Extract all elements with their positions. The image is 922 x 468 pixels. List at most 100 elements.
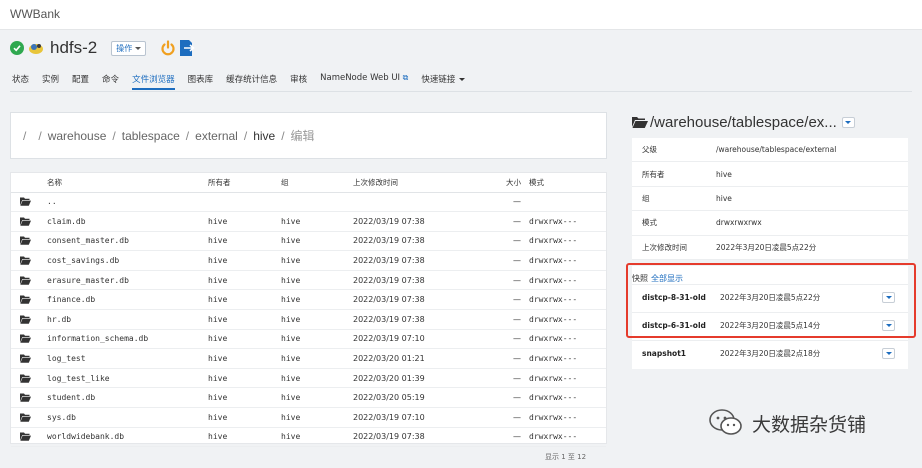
- snapshot-actions-dropdown[interactable]: [882, 347, 895, 359]
- cell-mode: drwxrwx---: [529, 368, 606, 389]
- tab-9[interactable]: 快速链接: [421, 70, 466, 90]
- tab-0[interactable]: 状态: [12, 70, 29, 90]
- cell-modified: 2022/03/19 07:38: [353, 231, 483, 252]
- cell-modified: 2022/03/20 05:19: [353, 387, 483, 409]
- cell-name[interactable]: claim.db: [47, 211, 208, 232]
- table-row[interactable]: information_schema.db hive hive 2022/03/19 …: [11, 329, 606, 350]
- cell-icon: [11, 192, 47, 213]
- breadcrumb: / / warehouse / tablespace / external / …: [10, 112, 607, 159]
- cell-group: hive: [281, 250, 353, 271]
- table-row[interactable]: log_test_like hive hive 2022/03/20 01:39— dr…: [11, 368, 606, 389]
- cell-mode: drwxrwx---: [529, 329, 606, 350]
- table-row[interactable]: student.db hive hive 2022/03/20 05:19— drwxr…: [11, 387, 606, 409]
- details-path: /warehouse/tablespace/ex...: [650, 113, 837, 131]
- breadcrumb-edit-link[interactable]: 编辑: [291, 127, 315, 144]
- cell-group: hive: [281, 329, 353, 350]
- chevron-down-icon: [845, 120, 852, 124]
- column-header-owner[interactable]: 所有者: [208, 173, 281, 193]
- folder-open-icon: [632, 117, 648, 128]
- operations-dropdown-button[interactable]: 操作: [111, 40, 147, 56]
- snapshot-date: 2022年3月20日凌晨2点18分: [720, 348, 821, 358]
- cell-owner: hive: [208, 211, 281, 232]
- tab-label: 状态: [12, 75, 30, 85]
- wechat-icon: [709, 409, 742, 435]
- column-header-size[interactable]: 大小: [483, 173, 529, 193]
- cell-group: hive: [281, 309, 353, 330]
- cell-size: —: [483, 289, 529, 311]
- power-icon[interactable]: [160, 40, 176, 56]
- check-circle-icon: [10, 41, 24, 55]
- cell-group: hive: [281, 231, 353, 252]
- cell-name[interactable]: log_test_like: [47, 368, 208, 389]
- tab-8[interactable]: NameNode Web UI ⧉: [320, 70, 408, 90]
- column-header-name[interactable]: 名称: [47, 173, 208, 193]
- table-row[interactable]: sys.db hive hive 2022/03/19 07:10— drwxrwx--…: [11, 407, 606, 428]
- table-row[interactable]: .. —: [11, 192, 606, 213]
- cell-name[interactable]: consent_master.db: [47, 231, 208, 252]
- folder-icon: [20, 217, 31, 226]
- breadcrumb-separator: /: [281, 128, 285, 143]
- property-row: 父级/warehouse/tablespace/external: [632, 138, 908, 163]
- tab-6[interactable]: 缓存统计信息: [226, 70, 277, 90]
- cell-name[interactable]: finance.db: [47, 289, 208, 311]
- table-row[interactable]: consent_master.db hive hive 2022/03/19 07:3…: [11, 231, 606, 252]
- cell-name[interactable]: log_test: [47, 348, 208, 369]
- service-name: hdfs-2: [50, 38, 98, 57]
- breadcrumb-item-tablespace[interactable]: tablespace: [122, 129, 180, 143]
- cell-name[interactable]: ..: [47, 192, 208, 213]
- cell-name[interactable]: worldwidebank.db: [47, 427, 208, 448]
- tab-3[interactable]: 命令: [102, 70, 119, 90]
- cell-name[interactable]: information_schema.db: [47, 329, 208, 350]
- table-row[interactable]: claim.db hive hive 2022/03/19 07:38— drwxrwx…: [11, 211, 606, 232]
- tab-5[interactable]: 图表库: [188, 70, 214, 90]
- cell-name[interactable]: student.db: [47, 387, 208, 409]
- cell-modified: 2022/03/20 01:21: [353, 348, 483, 369]
- property-row: 所有者 hive: [632, 162, 908, 187]
- hdfs-service-icon: [29, 44, 43, 54]
- breadcrumb-item-warehouse[interactable]: warehouse: [48, 129, 107, 143]
- cell-name[interactable]: hr.db: [47, 309, 208, 330]
- cell-owner: hive: [208, 329, 281, 350]
- tab-2[interactable]: 配置: [72, 70, 89, 90]
- cell-size: —: [483, 250, 529, 271]
- service-tabs: 状态 实例 配置 命令 文件浏览器 图表库 缓存统计信息 审核 NameNode Web UI …: [12, 70, 478, 90]
- table-row[interactable]: cost_savings.db hive hive 2022/03/19 07:38—…: [11, 250, 606, 271]
- tab-1[interactable]: 实例: [42, 70, 59, 90]
- column-header-modified[interactable]: 上次修改时间: [353, 173, 483, 193]
- snapshot-row: snapshot1 2022年3月20日凌晨2点18分: [632, 340, 908, 365]
- export-file-icon[interactable]: [179, 39, 195, 57]
- column-header-mode[interactable]: 模式: [529, 173, 606, 193]
- cell-owner: hive: [208, 427, 281, 448]
- cell-modified: 2022/03/19 07:38: [353, 211, 483, 232]
- cell-group: hive: [281, 427, 353, 448]
- cell-name[interactable]: cost_savings.db: [47, 250, 208, 271]
- cell-name[interactable]: sys.db: [47, 407, 208, 428]
- cell-group: hive: [281, 387, 353, 409]
- table-row[interactable]: erasure_master.db hive hive 2022/03/19 07:3…: [11, 270, 606, 291]
- tab-label: 缓存统计信息: [226, 75, 278, 85]
- cell-icon: [11, 368, 47, 389]
- folder-icon: [20, 413, 31, 422]
- column-header-group[interactable]: 组: [281, 173, 353, 193]
- watermark: 大数据杂货铺: [708, 408, 866, 438]
- table-row[interactable]: log_test hive hive 2022/03/20 01:21— drwxrwx…: [11, 348, 606, 369]
- table-row[interactable]: worldwidebank.db hive hive 2022/03/19 07:38…: [11, 427, 606, 448]
- breadcrumb-root[interactable]: /: [23, 129, 26, 143]
- folder-icon: [20, 315, 31, 324]
- property-value: hive: [716, 193, 732, 203]
- brand-name[interactable]: WWBank: [10, 7, 60, 21]
- cell-name[interactable]: erasure_master.db: [47, 270, 208, 291]
- cell-owner: hive: [208, 387, 281, 409]
- table-row[interactable]: hr.db hive hive 2022/03/19 07:38— drwxrwx---: [11, 309, 606, 330]
- cell-modified: 2022/03/19 07:10: [353, 407, 483, 428]
- tab-4[interactable]: 文件浏览器: [132, 70, 175, 90]
- breadcrumb-item-external[interactable]: external: [195, 129, 238, 143]
- cell-group: hive: [281, 407, 353, 428]
- details-actions-dropdown[interactable]: [841, 116, 855, 128]
- tab-7[interactable]: 审核: [290, 70, 307, 90]
- cell-modified: 2022/03/19 07:38: [353, 309, 483, 330]
- cell-group: hive: [281, 348, 353, 369]
- cell-size: —: [483, 192, 529, 213]
- cell-modified: 2022/03/19 07:38: [353, 289, 483, 311]
- table-row[interactable]: finance.db hive hive 2022/03/19 07:38— drwxr…: [11, 289, 606, 311]
